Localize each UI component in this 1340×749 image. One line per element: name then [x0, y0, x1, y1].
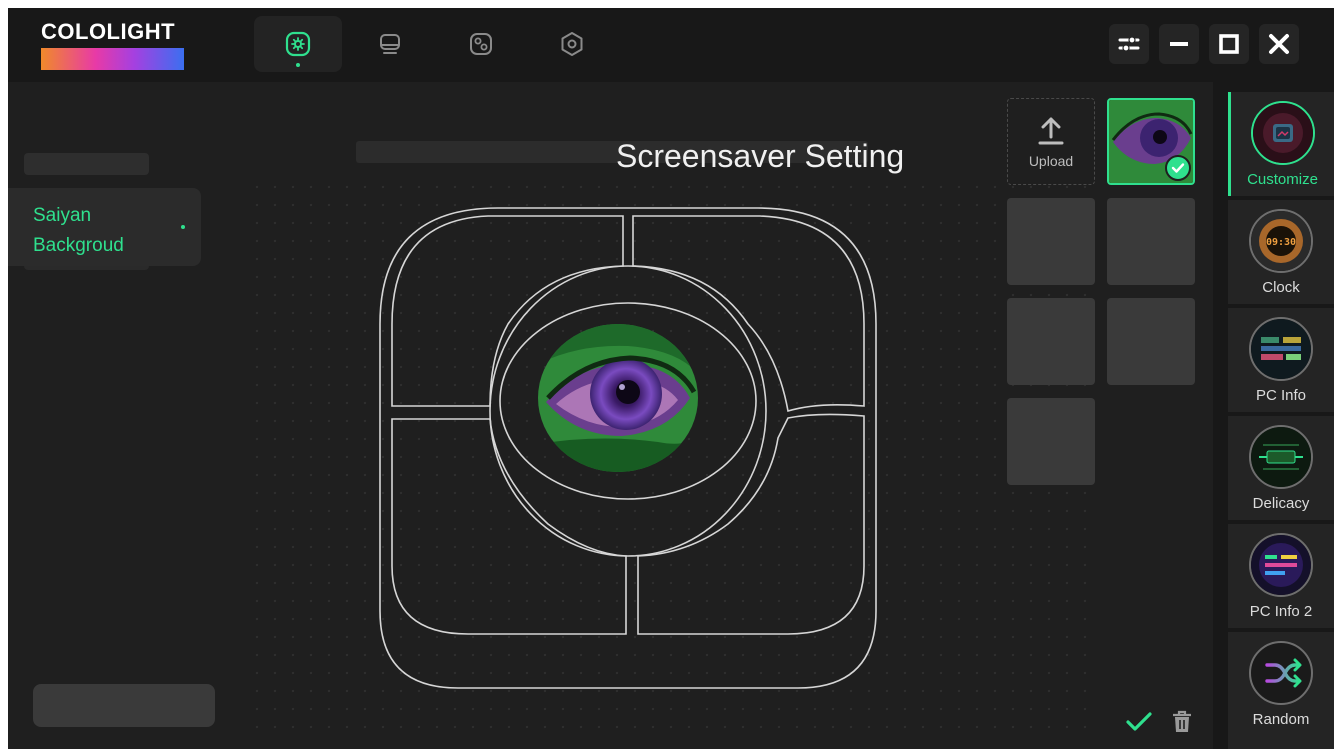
close-button[interactable]: [1259, 24, 1299, 64]
sidebar-item-customize[interactable]: Customize: [1228, 92, 1334, 196]
checkmark-icon: [1126, 712, 1152, 731]
screensaver-preview-image: [538, 324, 698, 472]
minimize-icon: [1170, 42, 1188, 46]
cololight-logo: COLOLIGHT: [41, 20, 186, 70]
logo-gradient-bar: [41, 48, 184, 70]
delete-button[interactable]: [1171, 710, 1193, 739]
upload-button[interactable]: Upload: [1007, 98, 1095, 185]
gallery-empty-slot[interactable]: [1007, 398, 1095, 485]
maximize-icon: [1219, 34, 1239, 54]
shuffle-icon: [1265, 658, 1302, 688]
sidebar-item-label: PC Info 2: [1249, 603, 1313, 620]
minimize-button[interactable]: [1159, 24, 1199, 64]
widgets-icon: [470, 33, 492, 55]
sidebar-item-random[interactable]: Random: [1228, 632, 1334, 749]
close-icon: [1269, 34, 1289, 54]
selected-check-badge: [1165, 155, 1191, 181]
sidebar-item-clock[interactable]: 09:30 Clock: [1228, 200, 1334, 304]
pc-info-2-thumb: [1249, 533, 1313, 597]
tab-monitor[interactable]: [346, 16, 434, 72]
page-title: Screensaver Setting: [616, 138, 905, 174]
sidebar-item-label: Delicacy: [1252, 495, 1310, 512]
random-thumb: [1249, 641, 1313, 705]
upload-label: Upload: [1028, 152, 1074, 169]
delicacy-thumb: [1249, 425, 1313, 489]
sidebar-item-label: Random: [1252, 711, 1310, 728]
check-icon: [1171, 163, 1185, 173]
maximize-button[interactable]: [1209, 24, 1249, 64]
sidebar-item-delicacy[interactable]: Delicacy: [1228, 416, 1334, 520]
settings-button[interactable]: [1109, 24, 1149, 64]
monitor-icon: [380, 34, 400, 54]
left-placeholder-bar: [24, 153, 149, 175]
upload-icon: [1038, 117, 1064, 144]
background-list-item[interactable]: Saiyan Backgroud: [8, 188, 201, 266]
active-tab-dot: [296, 63, 300, 67]
pc-info-thumb: [1249, 317, 1313, 381]
selected-dot: [181, 225, 185, 229]
sidebar-item-pc-info[interactable]: PC Info: [1228, 308, 1334, 412]
settings-sliders-icon: [1118, 36, 1140, 52]
gallery-empty-slot[interactable]: [1007, 198, 1095, 285]
tab-widgets[interactable]: [437, 16, 525, 72]
top-bar: COLOLIGHT: [8, 8, 1334, 82]
customize-thumb: [1250, 101, 1315, 165]
background-name: Saiyan Backgroud: [33, 205, 124, 256]
display-effect-icon: [285, 31, 311, 57]
screensaver-type-sidebar: Customize 09:30 Clock PC Info Delicacy P…: [1213, 82, 1334, 749]
svg-text:09:30: 09:30: [1266, 237, 1296, 248]
sidebar-item-label: Customize: [1247, 171, 1318, 188]
left-action-button[interactable]: [33, 684, 215, 727]
tab-device-settings[interactable]: [528, 16, 616, 72]
gallery-thumbnail-selected[interactable]: [1107, 98, 1195, 185]
clock-thumb: 09:30: [1249, 209, 1313, 273]
sidebar-item-label: PC Info: [1255, 387, 1307, 404]
gallery-empty-slot[interactable]: [1107, 298, 1195, 385]
hexagon-settings-icon: [561, 32, 583, 56]
gallery-empty-slot[interactable]: [1107, 198, 1195, 285]
logo-text: COLOLIGHT: [41, 19, 176, 44]
gallery-empty-slot[interactable]: [1007, 298, 1095, 385]
sidebar-item-pc-info-2[interactable]: PC Info 2: [1228, 524, 1334, 628]
tab-display-effect[interactable]: [254, 16, 342, 72]
confirm-button[interactable]: [1125, 711, 1153, 738]
trash-icon: [1173, 710, 1191, 732]
sidebar-item-label: Clock: [1262, 279, 1300, 296]
app-window: COLOLIGHT Saiyan Backgroud Screensaver S…: [8, 8, 1334, 749]
